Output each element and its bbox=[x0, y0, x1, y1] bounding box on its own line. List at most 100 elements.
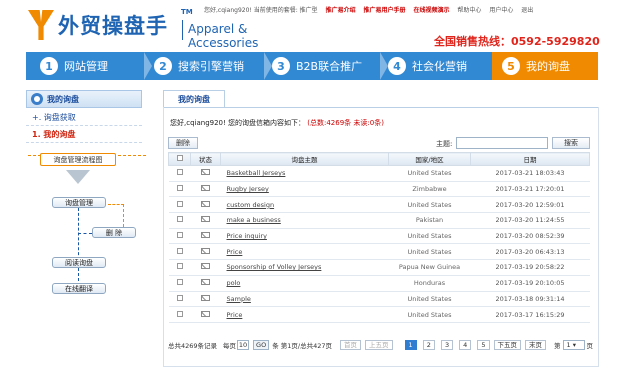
row-country: Papua New Guinea bbox=[388, 259, 471, 276]
inquiry-subject-link[interactable]: custom design bbox=[227, 201, 275, 209]
nav-item-b2b[interactable]: 3 B2B联合推广 bbox=[272, 52, 384, 80]
nav-item-my-inquiries[interactable]: 5 我的询盘 bbox=[492, 52, 598, 80]
logo-en-text: Apparel & Accessories bbox=[188, 22, 259, 50]
table-row[interactable]: Price United States 2017-03-17 16:15:29 bbox=[168, 306, 590, 323]
header-date: 日期 bbox=[470, 152, 590, 166]
link-intro[interactable]: 推广易介绍 bbox=[326, 7, 356, 14]
top-links-bar: 您好,cqiang920! 当前使用的套餐: 推广型 推广易介绍 推广易用户手册… bbox=[204, 5, 636, 15]
checkbox-icon[interactable] bbox=[176, 232, 183, 239]
row-select-cell[interactable] bbox=[168, 291, 191, 308]
page-5-button[interactable]: 5 bbox=[477, 340, 490, 350]
nav-number: 2 bbox=[154, 57, 172, 75]
nav-item-search-marketing[interactable]: 2 搜索引擎营销 bbox=[154, 52, 266, 80]
inquiry-subject-link[interactable]: make a business bbox=[227, 216, 281, 224]
checkbox-icon[interactable] bbox=[176, 263, 183, 270]
inquiry-subject-link[interactable]: Rugby Jersey bbox=[227, 185, 269, 193]
row-country: Pakistan bbox=[388, 212, 471, 229]
checkbox-icon[interactable] bbox=[176, 216, 183, 223]
row-status-cell bbox=[190, 212, 221, 229]
table-row[interactable]: custom design United States 2017-03-20 12:… bbox=[168, 196, 590, 214]
sidebar-item-my-inquiries[interactable]: 1. 我的询盘 bbox=[26, 127, 142, 143]
link-user-center[interactable]: 用户中心 bbox=[489, 7, 513, 14]
row-subject-cell: Rugby Jersey bbox=[220, 181, 389, 198]
table-row[interactable]: Basketball Jerseys United States 2017-03-2… bbox=[168, 165, 590, 182]
nav-label: 网站管理 bbox=[64, 60, 108, 73]
page-2-button[interactable]: 2 bbox=[422, 340, 435, 350]
page-3-button[interactable]: 3 bbox=[440, 340, 454, 350]
next-five-button[interactable]: 下五页 bbox=[493, 340, 522, 350]
checkbox-icon[interactable] bbox=[176, 155, 183, 161]
nav-number: 3 bbox=[272, 57, 290, 75]
page-1-button[interactable]: 1 bbox=[404, 340, 417, 350]
table-row[interactable]: polo Honduras 2017-03-19 20:10:05 bbox=[168, 275, 590, 292]
subject-search-input[interactable] bbox=[456, 137, 548, 149]
sidebar-item-get-inquiries[interactable]: +. 询盘获取 bbox=[26, 110, 142, 126]
checkbox-icon[interactable] bbox=[176, 294, 183, 301]
row-select-cell[interactable] bbox=[168, 212, 191, 229]
row-date: 2017-03-20 08:52:39 bbox=[470, 228, 590, 245]
row-select-cell[interactable] bbox=[168, 228, 191, 245]
table-row[interactable]: Sample United States 2017-03-18 09:31:14 bbox=[168, 291, 590, 308]
table-row[interactable]: Rugby Jersey Zimbabwe 2017-03-21 17:20:01 bbox=[168, 181, 590, 198]
logo-mark-icon bbox=[28, 10, 54, 40]
link-video-demo[interactable]: 在线视频演示 bbox=[413, 7, 449, 14]
inquiry-subject-link[interactable]: Price bbox=[227, 248, 243, 256]
row-select-cell[interactable] bbox=[168, 306, 191, 323]
delete-button[interactable]: 删除 bbox=[168, 137, 198, 149]
link-manual[interactable]: 推广易用户手册 bbox=[364, 7, 406, 14]
table-row[interactable]: Price United States 2017-03-20 06:43:13 bbox=[168, 243, 590, 261]
page-4-button[interactable]: 4 bbox=[459, 340, 472, 350]
link-help-center[interactable]: 帮助中心 bbox=[457, 7, 481, 14]
table-row[interactable]: Price inquiry United States 2017-03-20 08:… bbox=[168, 228, 590, 245]
tab-my-inquiries[interactable]: 我的询盘 bbox=[163, 90, 225, 107]
sales-hotline: 全国销售热线：0592-5929820 bbox=[434, 35, 600, 48]
row-subject-cell: Sponsorship of Volley Jerseys bbox=[220, 259, 389, 276]
row-select-cell[interactable] bbox=[168, 275, 191, 292]
nav-item-social[interactable]: 4 社会化营销 bbox=[388, 52, 492, 80]
inquiry-subject-link[interactable]: Basketball Jerseys bbox=[227, 169, 286, 177]
nav-label: 我的询盘 bbox=[526, 60, 570, 73]
first-page-button[interactable]: 首页 bbox=[340, 340, 362, 350]
row-select-cell[interactable] bbox=[168, 243, 191, 261]
search-button[interactable]: 搜索 bbox=[552, 137, 590, 149]
table-row[interactable]: Sponsorship of Volley Jerseys Papua New G… bbox=[168, 259, 590, 276]
page-jump-select[interactable]: 1 ▾ bbox=[562, 340, 585, 350]
table-row[interactable]: make a business Pakistan 2017-03-20 11:24:… bbox=[168, 212, 590, 229]
checkbox-icon[interactable] bbox=[176, 169, 183, 176]
flow-step-read[interactable]: 阅读询盘 bbox=[52, 257, 106, 268]
row-country: United States bbox=[388, 196, 471, 214]
envelope-icon bbox=[201, 232, 210, 239]
checkbox-icon[interactable] bbox=[176, 310, 183, 317]
row-select-cell[interactable] bbox=[168, 181, 191, 198]
row-country: Honduras bbox=[388, 275, 471, 292]
row-status-cell bbox=[190, 165, 221, 182]
sidebar-title: 我的询盘 bbox=[47, 94, 79, 104]
checkbox-icon[interactable] bbox=[176, 247, 183, 254]
checkbox-icon[interactable] bbox=[176, 185, 183, 192]
nav-number: 4 bbox=[388, 57, 406, 75]
flow-step-manage[interactable]: 询盘管理 bbox=[52, 197, 106, 208]
logo-divider bbox=[182, 20, 183, 40]
flow-step-translate[interactable]: 在线翻译 bbox=[52, 283, 106, 294]
row-select-cell[interactable] bbox=[168, 165, 191, 182]
checkbox-icon[interactable] bbox=[176, 200, 183, 207]
link-logout[interactable]: 退出 bbox=[521, 7, 533, 14]
inquiry-subject-link[interactable]: Sponsorship of Volley Jerseys bbox=[227, 263, 322, 271]
checkbox-icon[interactable] bbox=[176, 279, 183, 286]
per-page-input[interactable]: 10 bbox=[237, 340, 250, 350]
inquiry-subject-link[interactable]: Sample bbox=[227, 295, 251, 303]
go-button[interactable]: GO bbox=[253, 340, 270, 350]
row-status-cell bbox=[190, 181, 221, 198]
nav-item-site-management[interactable]: 1 网站管理 bbox=[40, 52, 144, 80]
page-info: 条 第1页/总共427页 bbox=[272, 342, 333, 350]
inquiry-subject-link[interactable]: Price bbox=[227, 311, 243, 319]
row-select-cell[interactable] bbox=[168, 259, 191, 276]
last-page-button[interactable]: 末页 bbox=[525, 340, 547, 350]
inquiry-subject-link[interactable]: Price inquiry bbox=[227, 232, 267, 240]
header-select-all[interactable] bbox=[168, 152, 191, 166]
envelope-icon bbox=[201, 247, 210, 254]
row-select-cell[interactable] bbox=[168, 196, 191, 214]
inquiry-subject-link[interactable]: polo bbox=[227, 279, 241, 287]
prev-five-button[interactable]: 上五页 bbox=[365, 340, 393, 350]
flow-step-delete[interactable]: 删 除 bbox=[92, 227, 136, 238]
